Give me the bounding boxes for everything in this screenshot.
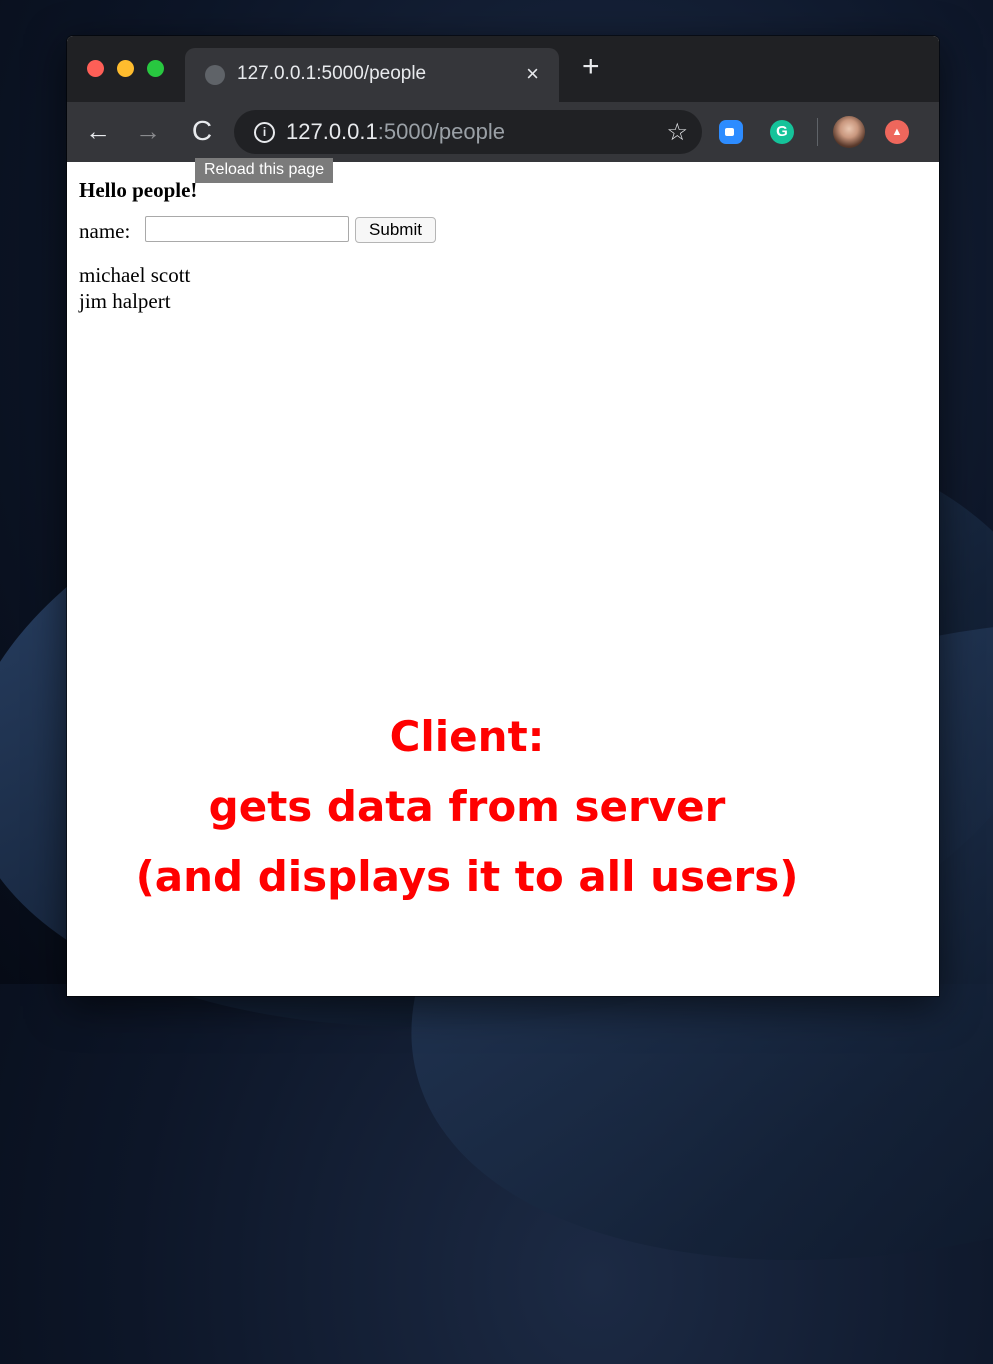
grammarly-icon[interactable]	[770, 120, 794, 144]
upload-extension-icon[interactable]	[885, 120, 909, 144]
close-tab-icon[interactable]: ×	[526, 61, 539, 87]
page-heading: Hello people!	[79, 178, 198, 202]
profile-avatar[interactable]	[833, 116, 865, 148]
url-text[interactable]: 127.0.0.1:5000/people	[286, 119, 505, 145]
new-tab-button[interactable]: +	[582, 52, 600, 82]
close-window-button[interactable]	[87, 60, 104, 77]
browser-toolbar: ← → C i 127.0.0.1:5000/people ☆	[67, 102, 939, 162]
url-host: 127.0.0.1	[286, 119, 378, 144]
name-input[interactable]	[145, 216, 349, 242]
page-content: Hello people! Reload this page name: Sub…	[67, 158, 939, 996]
name-label: name:	[79, 219, 131, 243]
globe-icon	[205, 65, 225, 85]
browser-window: 127.0.0.1:5000/people × + ← → C i 127.0.…	[67, 36, 939, 996]
info-icon[interactable]: i	[254, 122, 275, 143]
caption-line: gets data from server	[208, 782, 726, 831]
annotation-caption: Client: gets data from server (and displ…	[67, 702, 867, 912]
list-item: michael scott	[79, 263, 191, 287]
minimize-window-button[interactable]	[117, 60, 134, 77]
list-item: jim halpert	[79, 289, 171, 313]
submit-button[interactable]: Submit	[355, 217, 436, 243]
people-list: michael scott jim halpert	[79, 262, 190, 314]
url-path: :5000/people	[377, 119, 505, 144]
toolbar-divider	[817, 118, 818, 146]
bookmark-star-icon[interactable]: ☆	[666, 118, 688, 147]
forward-button[interactable]: →	[133, 116, 163, 146]
tab-strip: 127.0.0.1:5000/people × +	[67, 36, 939, 102]
tab-title: 127.0.0.1:5000/people	[237, 63, 427, 84]
tab-people[interactable]: 127.0.0.1:5000/people ×	[185, 48, 559, 102]
fullscreen-window-button[interactable]	[147, 60, 164, 77]
caption-line: Client:	[389, 712, 545, 761]
reload-tooltip: Reload this page	[195, 158, 334, 183]
reload-button[interactable]: C	[187, 116, 217, 146]
caption-line: (and displays it to all users)	[135, 852, 799, 901]
zoom-icon[interactable]	[719, 120, 743, 144]
address-bar[interactable]: i 127.0.0.1:5000/people ☆	[234, 110, 702, 154]
back-button[interactable]: ←	[83, 116, 113, 146]
